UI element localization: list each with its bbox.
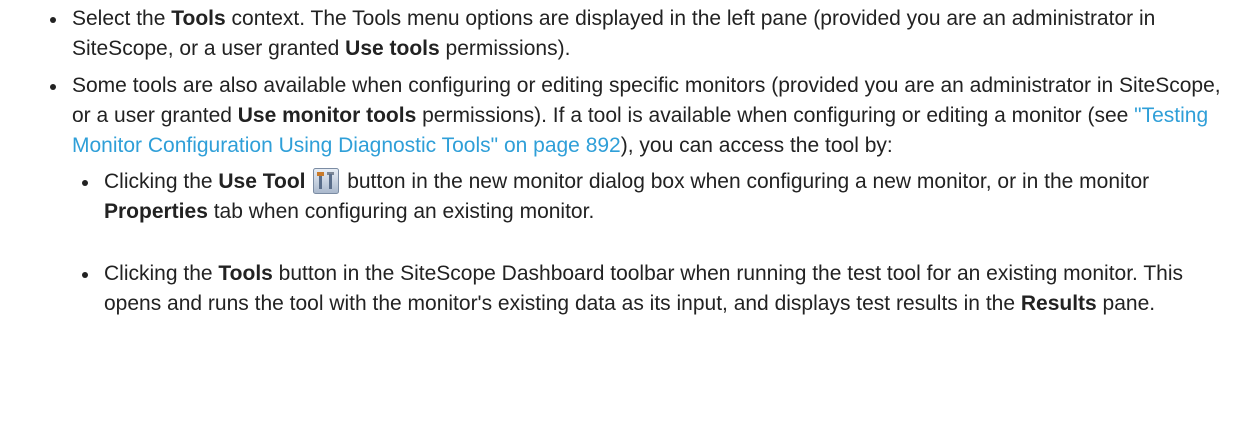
- sub-list-item: Clicking the Use Tool button in the new …: [72, 167, 1240, 227]
- item-text-pre: Clicking the: [104, 170, 219, 193]
- use-monitor-tools-bold: Use monitor tools: [237, 104, 417, 127]
- bullet-list: Select the Tools context. The Tools menu…: [40, 4, 1240, 319]
- sub-list-item: Clicking the Tools button in the SiteSco…: [72, 259, 1240, 319]
- results-bold: Results: [1020, 292, 1097, 315]
- sub-bullet-list: Clicking the Use Tool button in the new …: [72, 167, 1240, 319]
- list-item: Some tools are also available when confi…: [40, 71, 1240, 319]
- item-text-mid: context. The Tools menu options are disp…: [72, 7, 1156, 60]
- item-text-post: tab when configuring an existing monitor…: [207, 200, 595, 223]
- bullet-dot: [82, 180, 88, 186]
- item-text-pre: Clicking the: [104, 262, 219, 285]
- item-text-pre: Select the: [72, 7, 172, 30]
- tools-bold: Tools: [218, 262, 273, 285]
- bullet-dot: [50, 84, 56, 90]
- item-text-mid: button in the new monitor dialog box whe…: [347, 170, 1150, 193]
- bullet-dot: [82, 272, 88, 278]
- list-item: Select the Tools context. The Tools menu…: [40, 4, 1240, 64]
- document-body: Select the Tools context. The Tools menu…: [0, 0, 1260, 319]
- use-tools-bold: Use tools: [345, 37, 440, 60]
- bullet-dot: [50, 17, 56, 23]
- item-text-post: pane.: [1096, 292, 1156, 315]
- properties-bold: Properties: [104, 200, 208, 223]
- use-tool-icon: [313, 168, 340, 194]
- item-text-post: permissions).: [439, 37, 571, 60]
- tools-bold: Tools: [171, 7, 226, 30]
- item-text-post: ), you can access the tool by:: [620, 134, 893, 157]
- use-tool-bold: Use Tool: [218, 170, 306, 193]
- item-text-mid: permissions). If a tool is available whe…: [416, 104, 1135, 127]
